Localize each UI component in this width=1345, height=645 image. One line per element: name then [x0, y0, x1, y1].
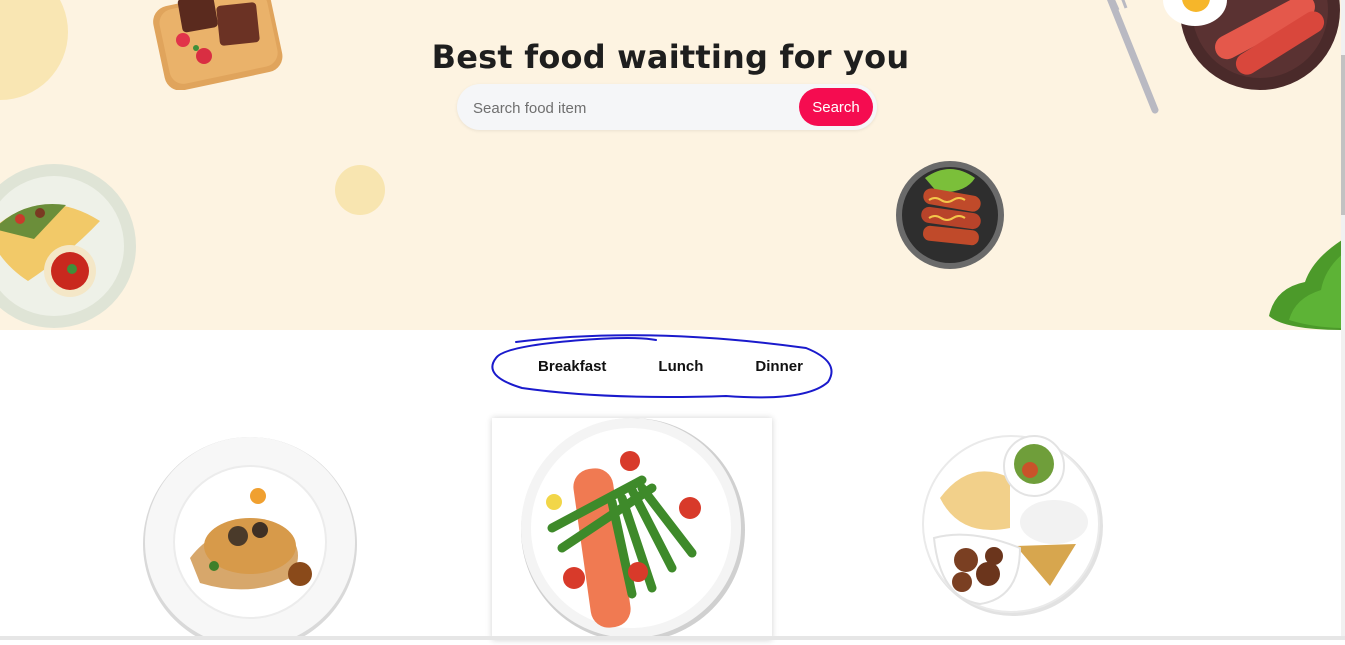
tab-lunch[interactable]: Lunch: [632, 358, 729, 382]
horizontal-scrollbar: [0, 636, 1345, 640]
salmon-with-sauce-plate-icon: [143, 437, 357, 645]
tab-breakfast[interactable]: Breakfast: [512, 358, 632, 382]
decor-circle-small: [335, 165, 385, 215]
vertical-scrollbar[interactable]: [1341, 0, 1345, 640]
scrollbar-thumb[interactable]: [1341, 55, 1345, 215]
taco-plate-icon: [0, 164, 136, 328]
meal-tabs: Breakfast Lunch Dinner: [0, 358, 1341, 382]
salmon-asparagus-plate-icon: [521, 418, 745, 642]
food-card[interactable]: [110, 418, 390, 645]
curry-rice-platter-icon: [922, 435, 1103, 616]
page-title: Best food waitting for you: [431, 38, 910, 76]
food-card[interactable]: [870, 418, 1150, 640]
search-input[interactable]: [471, 92, 795, 124]
food-card-selected[interactable]: [492, 418, 772, 642]
hero-banner: Best food waitting for you Search: [0, 0, 1341, 330]
search-button[interactable]: Search: [799, 88, 873, 126]
lettuce-leaf-icon: [1269, 240, 1341, 330]
search-bar: Search: [457, 84, 877, 130]
sausage-plate-icon: [896, 161, 1004, 269]
tab-dinner[interactable]: Dinner: [729, 358, 829, 382]
